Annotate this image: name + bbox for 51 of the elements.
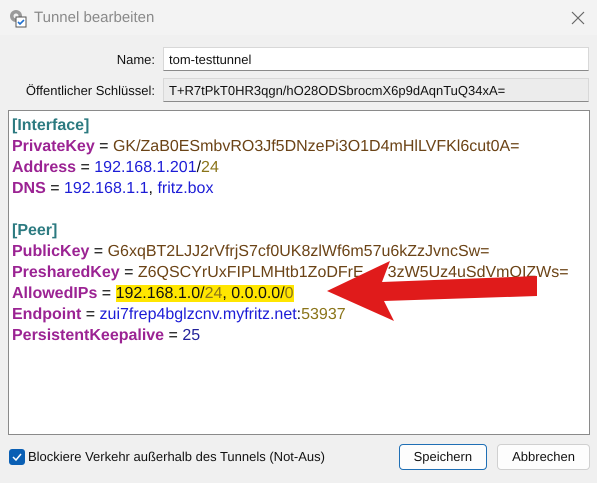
config-value: GK/ZaB0ESmbvRO3Jf5DNzePi3O1D4mHlLVFKl6cut0A= xyxy=(112,138,520,155)
section-header: [Peer] xyxy=(12,222,58,239)
dialog-button[interactable]: Abbrechen xyxy=(497,444,590,470)
equals-sign: = xyxy=(123,264,134,281)
equals-sign: = xyxy=(168,327,179,344)
config-value: 53937 xyxy=(301,306,346,323)
field-label: Öffentlicher Schlüssel: xyxy=(24,82,155,98)
config-value: / xyxy=(196,159,202,176)
config-value: 3zW5Uz4uSdVmQIZWs= xyxy=(388,264,569,281)
config-value: / xyxy=(200,285,205,302)
config-value: fritz.box xyxy=(157,180,214,197)
config-value: 0 xyxy=(284,285,294,302)
config-value: 192.168.1.1 xyxy=(64,180,149,197)
config-key: DNS xyxy=(12,180,46,197)
config-value: 24 xyxy=(201,159,219,176)
config-key: Address xyxy=(12,159,76,176)
field-label: Name: xyxy=(116,52,155,66)
close-icon xyxy=(571,10,585,24)
config-value: G6xqBT2LJJ2rVfrjS7cf0UK8zlWf6m57u6kZzJvncSw= xyxy=(108,243,490,260)
window-title: Tunnel bearbeiten xyxy=(34,9,156,26)
config-value: : xyxy=(296,306,302,323)
config-value: 192.168.1.201 xyxy=(94,159,197,176)
gear-checkbox-icon xyxy=(8,8,28,28)
checkbox[interactable] xyxy=(9,448,25,464)
checkmark-icon xyxy=(11,450,23,462)
config-value: 192.168.1.0 xyxy=(116,285,200,302)
equals-sign: = xyxy=(84,306,96,323)
equals-sign: = xyxy=(98,138,110,155)
config-value: , xyxy=(148,180,154,197)
config-value: zui7frep4bglzcnv.myfritz.net xyxy=(100,306,297,323)
config-value: Z6QSCYrUxFIPLMHtb1ZoDFrE xyxy=(138,264,364,281)
config-value: , 0.0.0.0/ xyxy=(222,285,285,302)
config-key: PersistentKeepalive xyxy=(12,327,164,344)
checkbox-label: Blockiere Verkehr außerhalb des Tunnels (Not-Aus) xyxy=(28,449,325,464)
config-value: 24 xyxy=(204,285,222,302)
equals-sign: = xyxy=(49,180,61,197)
config-key: AllowedIPs xyxy=(12,285,98,302)
dialog-button[interactable]: Speichern xyxy=(398,444,488,470)
equals-sign: = xyxy=(92,243,104,260)
text-field[interactable]: T+R7tPkT0HR3qgn/hO28ODSbrocmX6p9dAqnTuQ34xA= xyxy=(163,78,589,102)
section-header: [Interface] xyxy=(12,117,90,134)
config-value: 25 xyxy=(182,327,200,344)
equals-sign: = xyxy=(100,285,112,302)
config-editor[interactable] xyxy=(8,110,590,435)
config-key: Endpoint xyxy=(12,306,82,323)
config-key: PresharedKey xyxy=(12,264,120,281)
equals-sign: = xyxy=(79,159,91,176)
text-field[interactable]: tom-testtunnel xyxy=(163,47,589,71)
config-key: PublicKey xyxy=(12,243,90,260)
config-key: PrivateKey xyxy=(12,138,95,155)
close-button[interactable] xyxy=(571,10,585,24)
